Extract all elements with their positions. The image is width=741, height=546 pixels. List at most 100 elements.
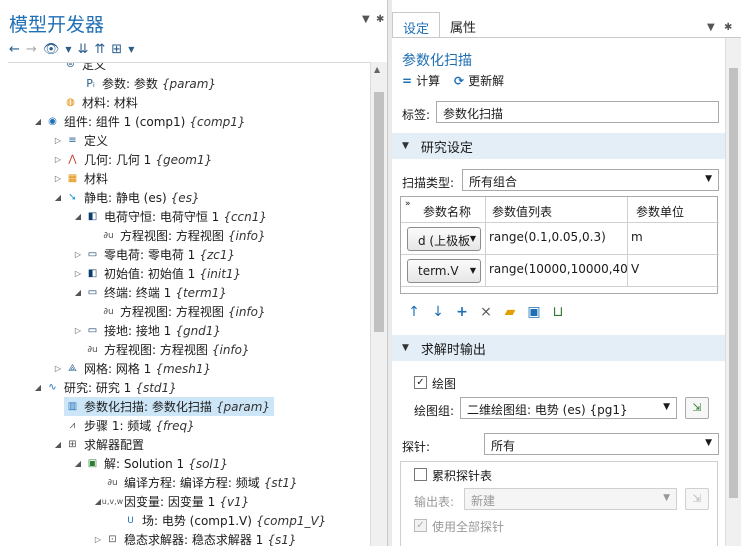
collapse-triangle-icon[interactable]: ◢ [52, 440, 64, 449]
section-output-while-solving[interactable]: ▼ 求解时输出 [392, 335, 725, 361]
update-solution-button[interactable]: ⟳ 更新解 [454, 72, 504, 89]
sweep-type-value: 所有组合 [469, 175, 518, 189]
chevron-down-icon[interactable]: ▼ [128, 45, 134, 54]
update-label: 更新解 [468, 74, 505, 88]
tree-item[interactable]: U 场: 电势 (comp1.V) {comp1_V} [122, 511, 326, 530]
pin-icon[interactable]: ✱ [724, 22, 732, 33]
expand-triangle-icon[interactable]: ▷ [52, 364, 64, 373]
tree-item-label: 终端: 终端 1 [104, 286, 172, 300]
panel-menu-icon[interactable]: ▼ [707, 22, 715, 33]
expand-triangle-icon[interactable]: ▷ [72, 326, 84, 335]
tree-item[interactable]: ▷ ⊡ 稳态求解器: 稳态求解器 1 {s1} [92, 530, 297, 546]
expand-triangle-icon[interactable]: ▷ [52, 136, 64, 145]
plot-checkbox[interactable]: ✓ [414, 376, 427, 389]
boundary-feature-icon: ▭ [87, 287, 98, 298]
tree-item[interactable]: ∂u 方程视图: 方程视图 {info} [100, 226, 265, 245]
goto-table-button[interactable]: ⇲ [685, 488, 709, 510]
collapse-triangle-icon[interactable]: ◢ [32, 117, 44, 126]
tab-properties[interactable]: 属性 [440, 12, 486, 38]
table-menu-icon[interactable]: » [405, 199, 411, 209]
tab-settings[interactable]: 设定 [392, 12, 441, 38]
compute-button[interactable]: = 计算 [402, 72, 440, 89]
plot-group-select[interactable]: 二维绘图组: 电势 (es) {pg1} ▼ [460, 397, 677, 419]
collapse-triangle-icon[interactable]: ◢ [52, 193, 64, 202]
save-icon[interactable]: ▣ [526, 304, 542, 320]
chevron-down-icon[interactable]: ▼ [65, 45, 71, 54]
tree-item[interactable]: ◢ ∿ 研究: 研究 1 {std1} [32, 378, 177, 397]
table-header[interactable]: 参数值列表 [486, 197, 628, 223]
tree-item[interactable]: ◢ ▭ 终端: 终端 1 {term1} [72, 283, 227, 302]
collapse-triangle-icon[interactable]: ◢ [72, 459, 84, 468]
tree-item-selected[interactable]: ▥ 参数化扫描: 参数化扫描 {param} [64, 397, 275, 416]
scrollbar-thumb[interactable] [374, 92, 384, 332]
table-cell[interactable]: d (上极板 ▼ [401, 223, 486, 255]
tree-item[interactable]: ◢ ▣ 解: Solution 1 {sol1} [72, 454, 228, 473]
parameter-name-select[interactable]: d (上极板 ▼ [407, 227, 481, 251]
expand-triangle-icon[interactable]: ▷ [92, 535, 104, 544]
tree-item-label: 网格: 网格 1 [84, 362, 152, 376]
table-header[interactable]: » 参数名称 [401, 197, 486, 223]
tree-item[interactable]: ▷ ▦ 材料 [52, 169, 108, 188]
move-up-icon[interactable]: ↑ [406, 304, 422, 320]
accumulate-probe-checkbox[interactable] [414, 468, 427, 481]
panel-menu-icon[interactable]: ▼ [362, 14, 370, 25]
scrollbar-thumb[interactable] [729, 68, 738, 498]
settings-scrollbar[interactable] [725, 38, 741, 546]
show-icon[interactable]: 👁 [43, 42, 60, 57]
expand-triangle-icon[interactable]: ▷ [72, 250, 84, 259]
tree-item[interactable]: ∂u 方程视图: 方程视图 {info} [84, 340, 249, 359]
tree-options-icon[interactable]: ⊞ [111, 42, 122, 57]
collapse-triangle-icon[interactable]: ◢ [72, 212, 84, 221]
table-header[interactable]: 参数单位 [628, 197, 719, 223]
tree-item[interactable]: ⩘ 步骤 1: 频域 {freq} [64, 416, 195, 435]
section-header: 研究设定 [420, 140, 473, 156]
tree-item[interactable]: ◢ ◉ 组件: 组件 1 (comp1) {comp1} [32, 112, 246, 131]
back-arrow-icon[interactable]: ← [9, 42, 20, 57]
collapse-triangle-icon[interactable]: ◢ [72, 288, 84, 297]
tree-scrollbar[interactable]: ▲ [370, 62, 387, 546]
tree-item[interactable]: ▷ ⟁ 网格: 网格 1 {mesh1} [52, 359, 211, 378]
collapse-all-icon[interactable]: ⇈ [94, 42, 105, 57]
sweep-type-select[interactable]: 所有组合 ▼ [462, 169, 719, 191]
table-cell[interactable]: m [628, 223, 719, 255]
section-study-settings[interactable]: ▼ 研究设定 [392, 133, 725, 159]
scroll-up-icon[interactable]: ▲ [374, 65, 380, 74]
tree-item[interactable]: ◢ ➘ 静电: 静电 (es) {es} [52, 188, 200, 207]
tree-item[interactable]: ◢ ⊞ 求解器配置 [52, 435, 144, 454]
label-input[interactable]: 参数化扫描 [436, 101, 719, 123]
tree-item[interactable]: ∂u 方程视图: 方程视图 {info} [100, 302, 265, 321]
forward-arrow-icon[interactable]: → [26, 42, 37, 57]
tree-item[interactable]: ◢ u,v,w 因变量: 因变量 1 {v1} [92, 492, 249, 511]
tree-item[interactable]: ▷ ⋀ 几何: 几何 1 {geom1} [52, 150, 212, 169]
parameter-name-select[interactable]: term.V ▼ [407, 259, 481, 283]
tree-item[interactable]: ∂u 编译方程: 编译方程: 频域 {st1} [104, 473, 297, 492]
table-cell[interactable]: range(0.1,0.05,0.3) [486, 223, 628, 255]
tree-item[interactable]: ▷ ≡ 定义 [52, 131, 108, 150]
expand-triangle-icon[interactable]: ▷ [72, 269, 84, 278]
tree-item[interactable]: ▷ ▭ 零电荷: 零电荷 1 {zc1} [72, 245, 235, 264]
delete-icon[interactable]: ⨯ [478, 304, 494, 320]
tree-item[interactable]: ◍ 材料: 材料 [62, 93, 138, 112]
table-cell[interactable]: term.V ▼ [401, 255, 486, 287]
expand-triangle-icon[interactable]: ▷ [52, 155, 64, 164]
open-folder-icon[interactable]: ▰ [502, 304, 518, 320]
tree-item[interactable]: ▷ ◧ 初始值: 初始值 1 {init1} [72, 264, 241, 283]
output-table-select[interactable]: 新建 ▼ [464, 488, 677, 510]
add-icon[interactable]: + [454, 304, 470, 320]
tree-item[interactable]: ▷ ▭ 接地: 接地 1 {gnd1} [72, 321, 221, 340]
chart-icon[interactable]: ⊔ [550, 304, 566, 320]
goto-plot-group-button[interactable]: ⇲ [685, 397, 709, 419]
probe-select[interactable]: 所有 ▼ [484, 433, 719, 455]
expand-triangle-icon[interactable]: ▷ [52, 174, 64, 183]
table-cell[interactable]: range(10000,10000,40... [486, 255, 628, 287]
tree-item[interactable]: ◢ ◧ 电荷守恒: 电荷守恒 1 {ccn1} [72, 207, 267, 226]
collapse-triangle-icon[interactable]: ◢ [32, 383, 44, 392]
tree-item[interactable]: ⊜ 定义 [62, 63, 106, 74]
chevron-down-icon: ▼ [705, 438, 712, 448]
use-all-probes-checkbox[interactable]: ✓ [414, 519, 427, 532]
tree-item[interactable]: Pᵢ 参数: 参数 {param} [82, 74, 216, 93]
table-cell[interactable]: V [628, 255, 719, 287]
pin-icon[interactable]: ✱ [376, 14, 384, 25]
expand-all-icon[interactable]: ⇊ [77, 42, 88, 57]
move-down-icon[interactable]: ↓ [430, 304, 446, 320]
